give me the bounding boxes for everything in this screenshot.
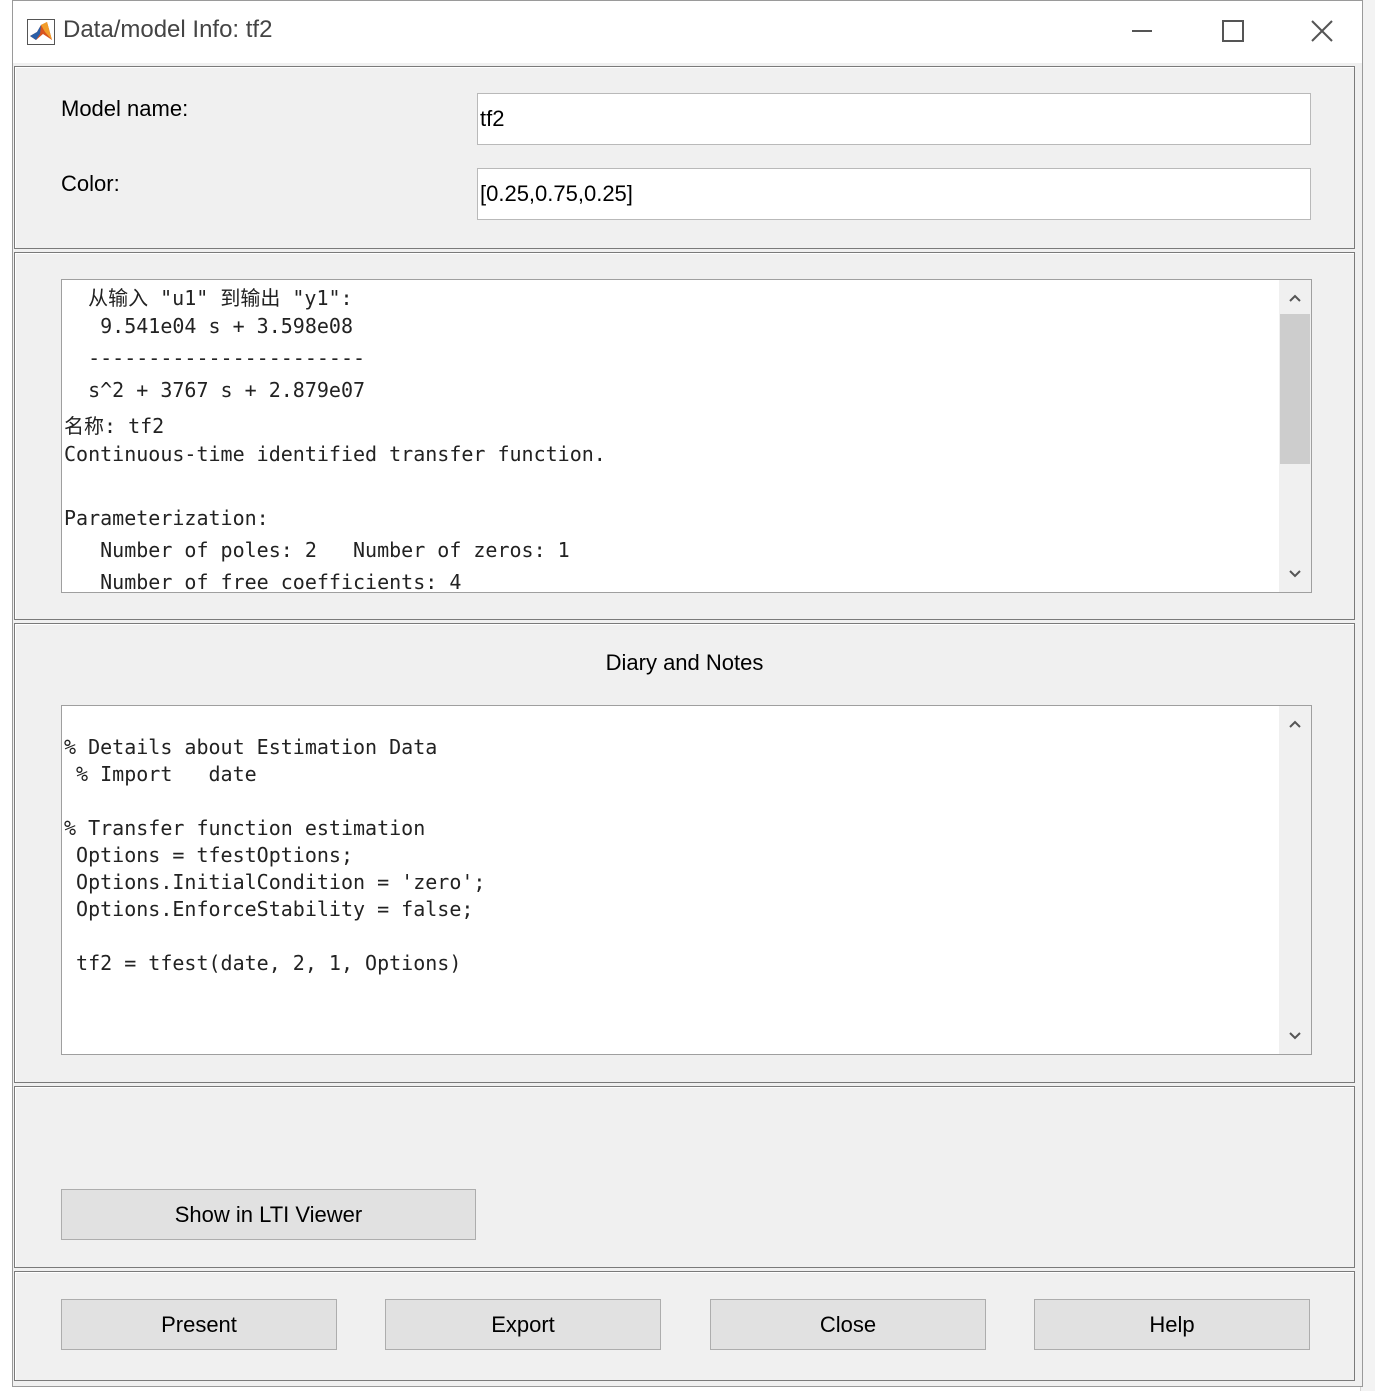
info-line: Parameterization: xyxy=(64,506,269,530)
minimize-icon xyxy=(1132,30,1152,32)
diary-panel: Diary and Notes % Details about Estimati… xyxy=(14,623,1355,1083)
close-icon xyxy=(1311,20,1333,42)
info-line: Number of poles: 2 Number of zeros: 1 xyxy=(64,538,570,562)
info-line: Continuous-time identified transfer func… xyxy=(64,442,606,466)
color-input[interactable]: [0.25,0.75,0.25] xyxy=(477,168,1311,220)
matlab-logo-icon xyxy=(27,19,55,45)
info-line: ----------------------- xyxy=(64,346,366,370)
footer-buttons-panel: Present Export Close Help xyxy=(14,1271,1355,1381)
diary-line: Options = tfestOptions; xyxy=(64,843,353,867)
title-bar: Data/model Info: tf2 xyxy=(13,1,1362,63)
present-button[interactable]: Present xyxy=(61,1299,337,1350)
scroll-down-button[interactable] xyxy=(1279,1020,1311,1052)
diary-line: Options.EnforceStability = false; xyxy=(64,897,474,921)
chevron-down-icon xyxy=(1289,1032,1301,1040)
model-name-input[interactable]: tf2 xyxy=(477,93,1311,145)
chevron-up-icon xyxy=(1289,720,1301,728)
info-line: 9.541e04 s + 3.598e08 xyxy=(64,314,353,338)
diary-heading: Diary and Notes xyxy=(605,650,764,675)
maximize-icon xyxy=(1222,20,1244,42)
diary-line: tf2 = tfest(date, 2, 1, Options) xyxy=(64,951,462,975)
window-title: Data/model Info: tf2 xyxy=(63,16,273,43)
info-line: 从输入 "u1" 到输出 "y1": xyxy=(64,286,353,310)
maximize-button[interactable] xyxy=(1202,9,1262,53)
model-name-label: Model name: xyxy=(61,96,189,121)
scroll-down-button[interactable] xyxy=(1279,558,1311,590)
diary-textbox[interactable]: % Details about Estimation Data % Import… xyxy=(61,705,1312,1055)
chevron-down-icon xyxy=(1289,570,1301,578)
show-in-lti-viewer-button[interactable]: Show in LTI Viewer xyxy=(61,1189,476,1240)
diary-line: % Details about Estimation Data xyxy=(64,735,438,759)
minimize-button[interactable] xyxy=(1112,9,1172,53)
help-button[interactable]: Help xyxy=(1034,1299,1310,1350)
model-info-panel: 从输入 "u1" 到输出 "y1": 9.541e04 s + 3.598e08… xyxy=(14,252,1355,620)
model-properties-panel: Model name: tf2 Color: [0.25,0.75,0.25] xyxy=(14,66,1355,249)
scroll-up-button[interactable] xyxy=(1279,282,1311,314)
scroll-up-button[interactable] xyxy=(1279,708,1311,740)
diary-line: % Transfer function estimation xyxy=(64,816,426,840)
scrollbar-thumb[interactable] xyxy=(1280,314,1310,464)
close-window-button[interactable] xyxy=(1292,9,1352,53)
diary-line: % Import date xyxy=(64,762,257,786)
color-label: Color: xyxy=(61,171,120,196)
diary-scrollbar[interactable] xyxy=(1279,706,1311,1054)
info-line: Number of free coefficients: 4 xyxy=(64,570,462,593)
close-button[interactable]: Close xyxy=(710,1299,986,1350)
model-info-textbox[interactable]: 从输入 "u1" 到输出 "y1": 9.541e04 s + 3.598e08… xyxy=(61,279,1312,593)
export-button[interactable]: Export xyxy=(385,1299,661,1350)
diary-line: Options.InitialCondition = 'zero'; xyxy=(64,870,486,894)
lti-panel: Show in LTI Viewer xyxy=(14,1086,1355,1268)
info-scrollbar[interactable] xyxy=(1279,280,1311,592)
info-line: s^2 + 3767 s + 2.879e07 xyxy=(64,378,366,402)
data-model-info-window: Data/model Info: tf2 Model name: tf2 Col… xyxy=(12,0,1363,1387)
info-line: 名称: tf2 xyxy=(64,414,165,438)
chevron-up-icon xyxy=(1289,294,1301,302)
